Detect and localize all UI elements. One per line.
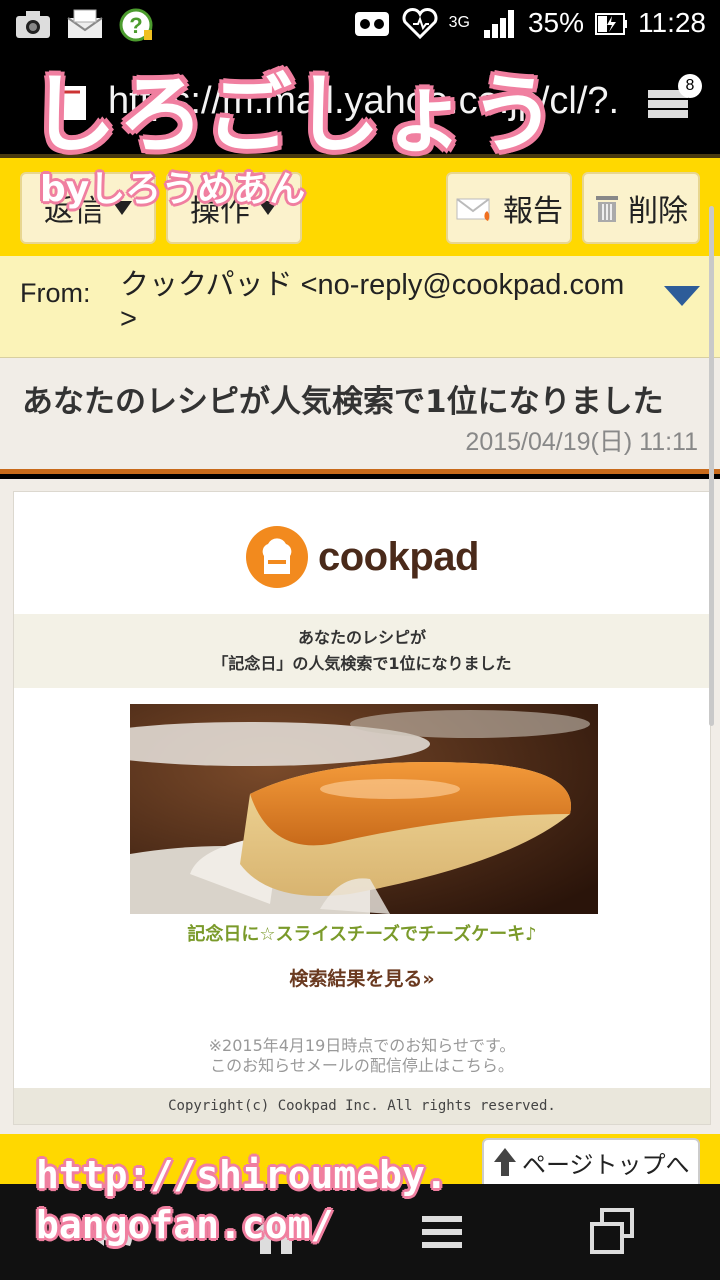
clock: 11:28 — [638, 7, 706, 38]
watermark-url: http://shiroumeby. bangofan.com/ — [36, 1150, 448, 1250]
delete-button[interactable]: 削除 — [582, 172, 700, 244]
notice-text: ※2015年4月19日時点でのお知らせです。 このお知らせメールの配信停止はこち… — [14, 1036, 710, 1076]
copyright-footer: Copyright(c) Cookpad Inc. All rights res… — [14, 1088, 710, 1124]
arrow-up-icon — [494, 1148, 516, 1176]
received-date: 2015/04/19(日) 11:11 — [465, 428, 698, 456]
recipe-photo[interactable] — [130, 704, 598, 914]
expand-details-icon[interactable] — [664, 286, 700, 306]
voicemail-icon — [354, 12, 389, 36]
battery-icon — [595, 13, 627, 35]
chef-hat-icon — [246, 526, 308, 588]
subject-header: あなたのレシピが人気検索で1位になりました 2015/04/19(日) 11:1… — [0, 358, 720, 474]
subject-title: あなたのレシピが人気検索で1位になりました — [22, 384, 664, 420]
camera-icon — [16, 11, 50, 38]
recipe-title-link[interactable]: 記念日に☆スライスチーズでチーズケーキ♪ — [14, 920, 710, 946]
watermark-subtitle: byしろうめあん — [40, 169, 306, 210]
delete-label: 削除 — [628, 194, 688, 229]
unsubscribe-link[interactable]: このお知らせメールの配信停止はこちら。 — [14, 1056, 710, 1076]
search-results-link[interactable]: 検索結果を見る» — [14, 964, 710, 991]
cookpad-logo[interactable]: cookpad — [246, 526, 479, 588]
report-label: 報告 — [503, 194, 563, 229]
spam-report-icon — [456, 198, 490, 221]
notification-headline: あなたのレシピが 「記念日」の人気検索で1位になりました — [14, 614, 710, 688]
network-type: 3G — [448, 14, 470, 31]
svg-text:?: ? — [129, 13, 142, 38]
mail-icon — [67, 9, 103, 38]
battery-percent: 35% — [527, 7, 584, 38]
page-top-label: ページトップへ — [522, 1150, 690, 1179]
sender-row: From: クックパッド <no-reply@cookpad.com > — [0, 256, 720, 358]
sender-address[interactable]: クックパッド <no-reply@cookpad.com > — [120, 268, 640, 336]
mail-body-area: cookpad あなたのレシピが 「記念日」の人気検索で1位になりました 記念日… — [0, 479, 720, 1134]
signal-icon — [483, 10, 514, 38]
watermark-url-line-2: bangofan.com/ — [36, 1203, 334, 1247]
headline-line-1: あなたのレシピが — [297, 628, 426, 647]
scrollbar[interactable] — [709, 206, 714, 726]
status-bar: ? 3G 35% 11:28 — [0, 0, 720, 50]
help-icon: ? — [119, 8, 153, 42]
tab-count-badge: 8 — [678, 74, 702, 98]
watermark-url-line-1: http://shiroumeby. — [36, 1153, 448, 1197]
trash-icon — [596, 196, 618, 222]
html-mail-card: cookpad あなたのレシピが 「記念日」の人気検索で1位になりました 記念日… — [13, 491, 711, 1125]
page-top-button[interactable]: ページトップへ — [482, 1138, 700, 1184]
heart-icon — [402, 8, 438, 40]
notice-line-1: ※2015年4月19日時点でのお知らせです。 — [208, 1036, 516, 1055]
report-button[interactable]: 報告 — [446, 172, 572, 244]
watermark-title: しろごしょう — [30, 65, 558, 165]
logo-text: cookpad — [318, 534, 479, 579]
from-label: From: — [20, 278, 91, 308]
recent-apps-icon[interactable] — [582, 1204, 642, 1260]
headline-line-2: 「記念日」の人気検索で1位になりました — [212, 654, 512, 673]
